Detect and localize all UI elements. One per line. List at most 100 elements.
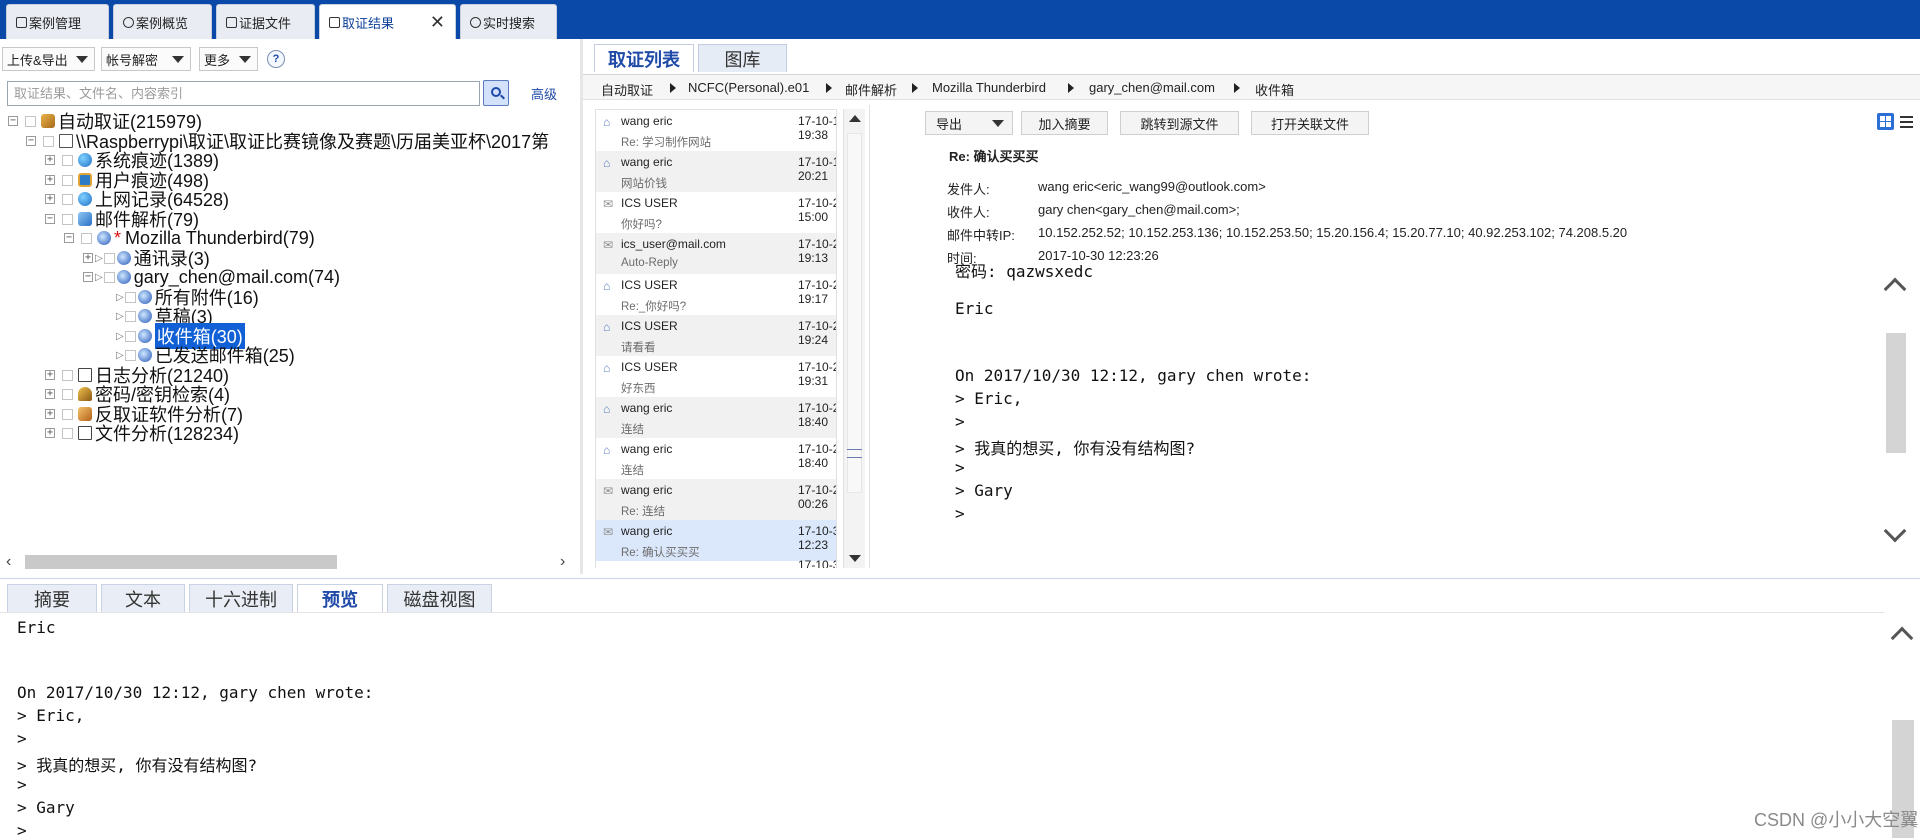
- triangle-icon: ▷: [116, 310, 124, 322]
- collapse-icon[interactable]: −: [8, 116, 18, 126]
- mail-list-scrollbar[interactable]: [843, 109, 865, 568]
- tree-node-file-analysis[interactable]: + 文件分析(128234): [45, 422, 239, 444]
- mail-list-item[interactable]: ⌂ wang eric 17-10-27 18:40 连结: [596, 397, 836, 438]
- checkbox[interactable]: [62, 174, 73, 186]
- scrollbar-thumb[interactable]: [847, 133, 862, 493]
- expand-icon[interactable]: +: [45, 409, 55, 419]
- preview-splitter[interactable]: [869, 105, 870, 568]
- mail-list-item[interactable]: ✉ wang eric 17-10-28 00:26 Re: 连结: [596, 479, 836, 520]
- checkbox[interactable]: [103, 271, 115, 283]
- tab-hex[interactable]: 十六进制: [189, 584, 293, 613]
- export-dropdown[interactable]: 导出: [925, 111, 1013, 135]
- checkbox[interactable]: [62, 193, 73, 205]
- tab-realtime-search[interactable]: 实时搜索: [460, 4, 557, 39]
- checkbox[interactable]: [25, 115, 36, 127]
- jump-to-source-button[interactable]: 跳转到源文件: [1120, 111, 1239, 135]
- tab-disk-view[interactable]: 磁盘视图: [387, 584, 492, 613]
- checkbox[interactable]: [124, 291, 136, 303]
- chevron-down-icon: [239, 56, 251, 63]
- expand-icon[interactable]: +: [83, 253, 93, 263]
- mail-subject: 好东西: [621, 383, 656, 395]
- mail-list-item[interactable]: ⌂ wang eric 17-10-18 19:38 Re: 学习制作网站: [596, 110, 836, 151]
- checkbox[interactable]: [124, 310, 136, 322]
- expand-icon[interactable]: +: [45, 370, 55, 380]
- tab-summary[interactable]: 摘要: [7, 584, 97, 613]
- tree-node-label: 文件分析(128234): [95, 424, 240, 444]
- mail-list-item[interactable]: ✉ ICS USER 17-10-26 15:00 你好吗?: [596, 192, 836, 233]
- scrollbar-thumb[interactable]: [25, 555, 337, 569]
- tab-evidence-list[interactable]: 取证列表: [594, 44, 694, 72]
- close-icon[interactable]: ✕: [430, 12, 445, 33]
- auto-forensics-icon: [41, 114, 55, 128]
- mail-body-scrollbar[interactable]: [1876, 261, 1916, 567]
- tab-preview[interactable]: 预览: [297, 584, 383, 613]
- checkbox[interactable]: [62, 369, 73, 381]
- search-button[interactable]: [483, 80, 509, 106]
- tree-horizontal-scrollbar[interactable]: ‹ ›: [0, 552, 578, 572]
- checkbox[interactable]: [43, 135, 54, 147]
- breadcrumb-item[interactable]: NCFC(Personal).e01: [688, 80, 809, 95]
- search-input[interactable]: [7, 81, 480, 106]
- collapse-icon[interactable]: −: [45, 214, 55, 224]
- open-related-file-button[interactable]: 打开关联文件: [1251, 111, 1369, 135]
- mail-list-item[interactable]: ⌂ wang eric 17-10-27 18:40 连结: [596, 438, 836, 479]
- collapse-icon[interactable]: −: [64, 233, 74, 243]
- upload-export-dropdown[interactable]: 上传&导出: [2, 47, 95, 71]
- advanced-search-link[interactable]: 高级: [531, 84, 557, 103]
- mail-time: 17-10-18 19:38: [798, 114, 836, 142]
- checkbox[interactable]: [62, 388, 73, 400]
- mail-list-item[interactable]: ⌂ ICS USER 17-10-26 19:17 Re:_你好吗?: [596, 274, 836, 315]
- scrollbar-thumb[interactable]: [1886, 333, 1906, 453]
- mail-list-item[interactable]: ✉ ics_user@mail.com 17-10-26 19:13 Auto-…: [596, 233, 836, 274]
- mail-list-item[interactable]: ⌂ ICS USER 17-10-26 19:31 好东西: [596, 356, 836, 397]
- scroll-down-icon[interactable]: [849, 555, 861, 562]
- expand-icon[interactable]: +: [45, 389, 55, 399]
- mail-list-item[interactable]: ⌂ ICS USER 17-10-26 19:24 请看看: [596, 315, 836, 356]
- mail-list-item-selected[interactable]: ✉ wang eric 17-10-30 12:23 Re: 确认买买买: [596, 520, 836, 561]
- scroll-left-icon[interactable]: ‹: [6, 553, 11, 571]
- breadcrumb-item[interactable]: Mozilla Thunderbird: [932, 80, 1046, 95]
- more-dropdown[interactable]: 更多: [199, 47, 258, 71]
- checkbox[interactable]: [103, 252, 115, 264]
- breadcrumb-item[interactable]: 自动取证: [601, 80, 653, 99]
- expand-icon[interactable]: +: [45, 194, 55, 204]
- tab-forensic-results[interactable]: 取证结果 ✕: [319, 4, 456, 39]
- account-decrypt-dropdown[interactable]: 帐号解密: [101, 47, 191, 71]
- tab-evidence-files[interactable]: 证据文件: [216, 4, 315, 39]
- checkbox[interactable]: [62, 154, 73, 166]
- expand-icon[interactable]: +: [45, 175, 55, 185]
- more-label: 更多: [204, 52, 231, 68]
- body-line: > Eric,: [955, 389, 1023, 408]
- breadcrumb-item[interactable]: 邮件解析: [845, 80, 897, 99]
- expand-icon[interactable]: +: [45, 428, 55, 438]
- scroll-down-icon[interactable]: [1883, 519, 1907, 543]
- help-button[interactable]: ?: [267, 50, 285, 68]
- preview-scrollbar[interactable]: [1884, 612, 1920, 838]
- collapse-icon[interactable]: −: [83, 272, 93, 282]
- tab-label: 文本: [125, 590, 161, 610]
- checkbox[interactable]: [124, 330, 136, 342]
- collapse-icon[interactable]: −: [26, 136, 36, 146]
- scroll-up-icon[interactable]: [849, 115, 861, 122]
- tab-case-management[interactable]: 案例管理: [6, 4, 109, 39]
- expand-icon[interactable]: +: [45, 155, 55, 165]
- tab-case-overview[interactable]: 案例概览: [113, 4, 212, 39]
- checkbox[interactable]: [62, 213, 73, 225]
- checkbox[interactable]: [81, 232, 92, 244]
- checkbox[interactable]: [62, 427, 73, 439]
- scroll-up-icon[interactable]: [1883, 277, 1907, 301]
- scroll-right-icon[interactable]: ›: [560, 553, 565, 571]
- tab-gallery[interactable]: 图库: [698, 44, 787, 72]
- grid-view-icon[interactable]: [1877, 113, 1894, 130]
- breadcrumb-item[interactable]: gary_chen@mail.com: [1089, 80, 1215, 95]
- scroll-up-icon[interactable]: [1890, 626, 1914, 650]
- case-overview-icon: [123, 17, 134, 28]
- list-view-icon[interactable]: [1898, 113, 1915, 130]
- breadcrumb-item[interactable]: 收件箱: [1255, 80, 1294, 99]
- checkbox[interactable]: [124, 349, 136, 361]
- mail-list-item[interactable]: ⌂ wang eric 17-10-19 20:21 网站价钱: [596, 151, 836, 192]
- tab-text[interactable]: 文本: [101, 584, 185, 613]
- checkbox[interactable]: [62, 408, 73, 420]
- add-summary-button[interactable]: 加入摘要: [1021, 111, 1108, 135]
- mail-list-item[interactable]: ✉ 17-10-31 11:40: [596, 558, 836, 568]
